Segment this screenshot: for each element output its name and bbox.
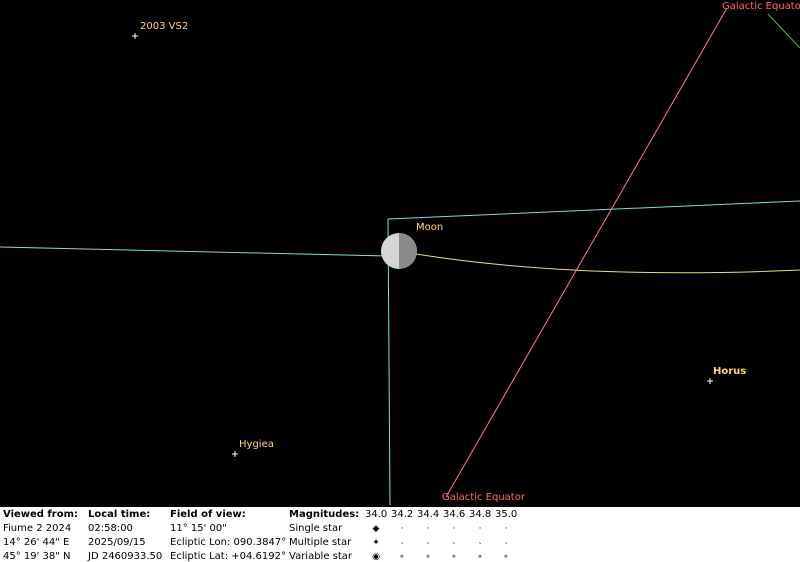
boundary-line-left <box>0 246 387 257</box>
boundary-line-right <box>387 200 800 220</box>
hygiea-label[interactable]: Hygiea <box>239 439 274 450</box>
horus-label[interactable]: Horus <box>713 366 746 377</box>
magnitudes-section: Magnitudes: Single star Multiple star Va… <box>289 508 359 562</box>
asteroid-2003vs2-marker <box>132 33 138 39</box>
ecliptic-lon: Ecliptic Lon: 090.3847° <box>170 537 287 548</box>
magnitude-value-2: 34.4 <box>417 509 440 520</box>
asteroid-2003vs2-label[interactable]: 2003 VS2 <box>140 21 188 32</box>
date-value: 2025/09/15 <box>88 537 146 548</box>
magnitude-value-4: 34.8 <box>469 509 492 520</box>
viewed-from-header: Viewed from: <box>3 509 79 520</box>
moon-icon[interactable] <box>381 233 417 269</box>
magnitude-value-5: 35.0 <box>495 509 518 520</box>
variable-star-symbol-icon: ∘ <box>503 552 509 562</box>
field-of-view-section: Field of view: 11° 15' 00" Ecliptic Lon:… <box>170 508 286 562</box>
variable-star-symbol-icon: ◉ <box>372 552 380 562</box>
legend-variable-star: Variable star <box>289 551 353 562</box>
variable-star-symbol-icon: ∘ <box>425 552 431 562</box>
local-time-section: Local time: 02:58:00 2025/09/15 JD 24609… <box>88 508 162 562</box>
variable-star-symbol-icon: ∘ <box>451 552 457 562</box>
viewed-from-section: Viewed from: Fiume 2 2024 14° 26' 44" E … <box>3 508 78 562</box>
legend-multiple-star: Multiple star <box>289 537 352 548</box>
multiple-star-symbol-icon: ✦ <box>372 538 380 548</box>
sky-chart-window: { "labels": { "galactic_equator_top": "G… <box>0 0 800 562</box>
asteroid-horus-marker <box>707 378 713 384</box>
multiple-star-symbol-icon: ˴ <box>400 538 404 548</box>
moon-label[interactable]: Moon <box>416 222 443 233</box>
info-panel: Viewed from: Fiume 2 2024 14° 26' 44" E … <box>0 505 800 562</box>
sky-view[interactable] <box>0 0 800 505</box>
latitude: 45° 19' 38" N <box>3 551 71 562</box>
galactic-equator-line <box>445 7 728 498</box>
magnitudes-header: Magnitudes: <box>289 509 360 520</box>
single-star-symbol-icon: · <box>426 524 430 534</box>
variable-star-symbol-icon: ∘ <box>477 552 483 562</box>
julian-date: JD 2460933.50 <box>88 551 163 562</box>
ecliptic-lat: Ecliptic Lat: +04.6192° <box>170 551 286 562</box>
single-star-symbol-icon: ◆ <box>372 524 380 534</box>
legend-single-star: Single star <box>289 523 343 534</box>
grid-line-green <box>767 13 800 49</box>
local-time-header: Local time: <box>88 509 151 520</box>
multiple-star-symbol-icon: ˴ <box>426 538 430 548</box>
longitude: 14° 26' 44" E <box>3 537 70 548</box>
single-star-symbol-icon: · <box>452 524 456 534</box>
single-star-symbol-icon: · <box>478 524 482 534</box>
variable-star-symbol-icon: ∘ <box>399 552 405 562</box>
location-name: Fiume 2 2024 <box>3 523 72 534</box>
magnitude-value-0: 34.0 <box>365 509 388 520</box>
field-of-view-value: 11° 15' 00" <box>170 523 227 534</box>
multiple-star-symbol-icon: ˴ <box>478 538 482 548</box>
multiple-star-symbol-icon: ˴ <box>452 538 456 548</box>
asteroid-hygiea-marker <box>232 451 238 457</box>
galactic-equator-label-top: Galactic Equator <box>722 1 800 12</box>
single-star-symbol-icon: · <box>504 524 508 534</box>
multiple-star-symbol-icon: ˴ <box>504 538 508 548</box>
single-star-symbol-icon: · <box>400 524 404 534</box>
time-value: 02:58:00 <box>88 523 133 534</box>
magnitude-value-1: 34.2 <box>391 509 414 520</box>
field-of-view-header: Field of view: <box>170 509 246 520</box>
magnitude-value-3: 34.6 <box>443 509 466 520</box>
ecliptic-line <box>415 253 800 274</box>
galactic-equator-label-bottom: Galactic Equator <box>442 492 525 503</box>
